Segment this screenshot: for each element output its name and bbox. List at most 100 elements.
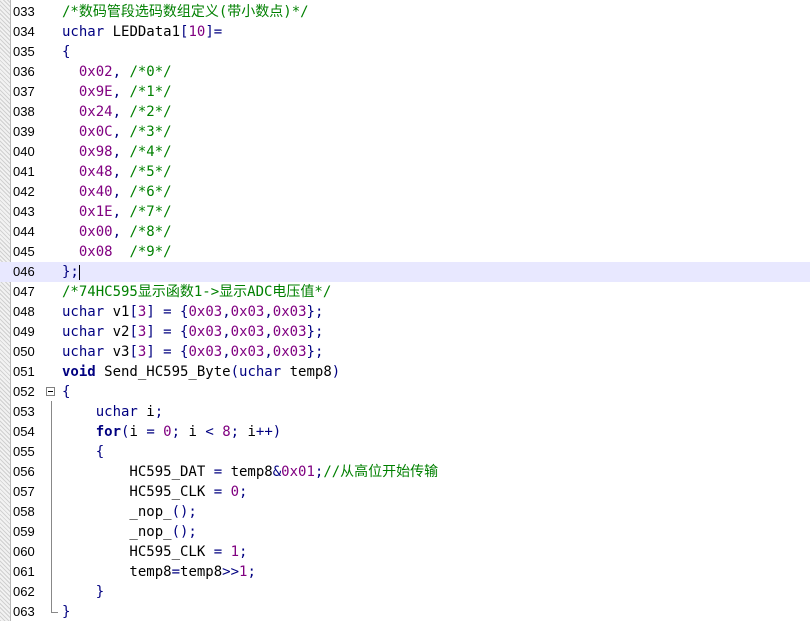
code-line[interactable]: 033 /*数码管段选码数组定义(带小数点)*/ [0, 2, 810, 22]
line-number: 037 [13, 84, 35, 99]
code-line[interactable]: 058 _nop_(); [0, 502, 810, 522]
code-keyword: for [95, 424, 122, 440]
code-identifier: i [137, 404, 155, 420]
code-identifier: HC595_DAT [62, 464, 214, 480]
code-operator: ; [239, 544, 248, 560]
code-text: 0x0C, /*3*/ [62, 122, 172, 142]
code-operator: ] = { [146, 324, 189, 340]
code-line[interactable]: 037 0x9E, /*1*/ [0, 82, 810, 102]
code-operator: , [264, 344, 273, 360]
code-text: }; [62, 262, 80, 282]
code-identifier: i [247, 424, 256, 440]
code-text: } [62, 602, 70, 621]
line-number: 055 [13, 444, 35, 459]
code-line[interactable]: 061 temp8=temp8>>1; [0, 562, 810, 582]
line-number: 034 [13, 24, 35, 39]
code-operator: = [146, 424, 164, 440]
code-line[interactable]: 044 0x00, /*8*/ [0, 222, 810, 242]
code-operator: >> [222, 564, 240, 580]
code-line[interactable]: 034 uchar LEDData1[10]= [0, 22, 810, 42]
code-line[interactable]: 038 0x24, /*2*/ [0, 102, 810, 122]
code-line[interactable]: 048 uchar v1[3] = {0x03,0x03,0x03}; [0, 302, 810, 322]
code-operator: [ [129, 304, 138, 320]
code-text: uchar i; [62, 402, 163, 422]
code-line[interactable]: 056 HC595_DAT = temp8&0x01;//从高位开始传输 [0, 462, 810, 482]
code-comment: /*1*/ [129, 84, 172, 100]
code-line[interactable]: 042 0x40, /*6*/ [0, 182, 810, 202]
code-number: 0x01 [281, 464, 315, 480]
fold-collapse-icon[interactable] [46, 387, 55, 396]
code-number: 0x24 [78, 104, 113, 120]
code-operator: ) [331, 364, 341, 380]
line-number: 048 [13, 304, 35, 319]
code-identifier: v3 [104, 344, 130, 360]
code-operator: = [213, 544, 231, 560]
code-text: uchar v1[3] = {0x03,0x03,0x03}; [62, 302, 323, 322]
code-line[interactable]: 043 0x1E, /*7*/ [0, 202, 810, 222]
code-text: 0x98, /*4*/ [62, 142, 172, 162]
code-line[interactable]: 039 0x0C, /*3*/ [0, 122, 810, 142]
code-line[interactable]: 052 { [0, 382, 810, 402]
code-operator: } [95, 584, 105, 600]
line-number: 060 [13, 544, 35, 559]
code-operator: }; [306, 324, 324, 340]
line-number: 043 [13, 204, 35, 219]
code-line[interactable]: 036 0x02, /*0*/ [0, 62, 810, 82]
line-number: 050 [13, 344, 35, 359]
code-line[interactable]: 046}; [0, 262, 810, 282]
code-identifier: temp8 [230, 464, 273, 480]
code-operator: & [272, 464, 282, 480]
code-comment: /*6*/ [129, 184, 172, 200]
code-text: 0x24, /*2*/ [62, 102, 172, 122]
code-keyword: uchar [239, 364, 282, 380]
code-identifier: i [188, 424, 206, 440]
code-line[interactable]: 062 } [0, 582, 810, 602]
line-number: 049 [13, 324, 35, 339]
code-number: 0x03 [230, 304, 265, 320]
line-number: 056 [13, 464, 35, 479]
line-number: 062 [13, 584, 35, 599]
code-operator: [ [129, 324, 138, 340]
code-line[interactable]: 049 uchar v2[3] = {0x03,0x03,0x03}; [0, 322, 810, 342]
code-text: { [62, 382, 70, 402]
code-line[interactable]: 060 HC595_CLK = 1; [0, 542, 810, 562]
code-number: 0x0C [78, 124, 113, 140]
code-text: 0x1E, /*7*/ [62, 202, 172, 222]
code-comment: /*9*/ [129, 244, 172, 260]
code-identifier: temp8 [281, 364, 332, 380]
code-number: 0 [163, 424, 172, 440]
code-line[interactable]: 057 HC595_CLK = 0; [0, 482, 810, 502]
code-operator: { [62, 384, 71, 400]
code-line[interactable]: 053 uchar i; [0, 402, 810, 422]
code-line[interactable]: 047 /*74HC595显示函数1->显示ADC电压值*/ [0, 282, 810, 302]
code-line[interactable]: 059 _nop_(); [0, 522, 810, 542]
code-line[interactable]: 063} [0, 602, 810, 621]
line-number: 053 [13, 404, 35, 419]
code-line[interactable]: 035 { [0, 42, 810, 62]
line-number: 033 [13, 4, 35, 19]
code-line[interactable]: 050 uchar v3[3] = {0x03,0x03,0x03}; [0, 342, 810, 362]
code-editor[interactable]: 033 /*数码管段选码数组定义(带小数点)*/ 034 uchar LEDData1… [0, 0, 810, 621]
code-operator: , [112, 64, 130, 80]
code-text: 0x08 /*9*/ [62, 242, 172, 262]
code-identifier [62, 404, 96, 420]
code-identifier: LEDData1 [104, 24, 181, 40]
code-identifier [62, 64, 79, 80]
code-line[interactable]: 040 0x98, /*4*/ [0, 142, 810, 162]
code-operator: ]= [205, 24, 223, 40]
line-number: 041 [13, 164, 35, 179]
code-operator: , [264, 324, 273, 340]
code-operator: ] = { [146, 304, 189, 320]
code-operator: = [171, 564, 181, 580]
line-number: 039 [13, 124, 35, 139]
code-line[interactable]: 055 { [0, 442, 810, 462]
code-line[interactable]: 054 for(i = 0; i < 8; i++) [0, 422, 810, 442]
code-line[interactable]: 041 0x48, /*5*/ [0, 162, 810, 182]
code-comment: /*0*/ [129, 64, 172, 80]
code-identifier [62, 124, 79, 140]
code-line[interactable]: 045 0x08 /*9*/ [0, 242, 810, 262]
code-identifier: i [129, 424, 147, 440]
code-line[interactable]: 051 void Send_HC595_Byte(uchar temp8) [0, 362, 810, 382]
code-operator: ; [230, 424, 248, 440]
line-number: 047 [13, 284, 35, 299]
